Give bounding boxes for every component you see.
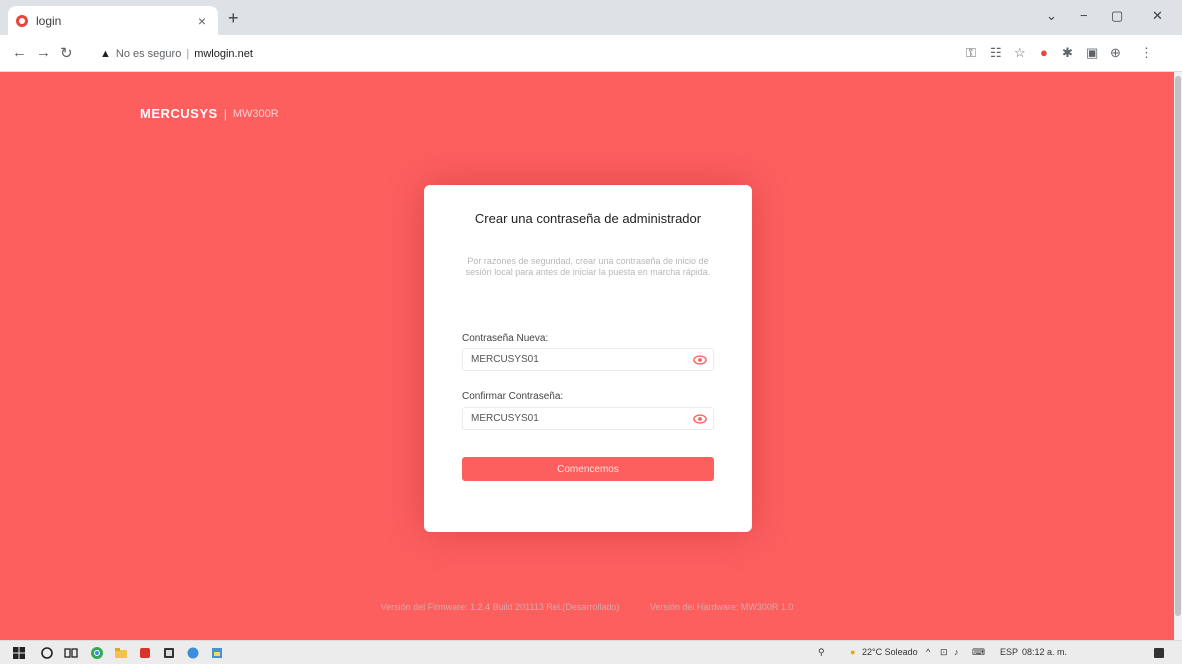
app-red-icon[interactable] [138, 646, 152, 660]
bookmark-star-icon[interactable]: ☆ [1014, 45, 1026, 61]
new-password-input[interactable] [463, 349, 693, 370]
show-password-eye-icon[interactable] [693, 353, 707, 367]
tab-close-icon[interactable]: × [194, 13, 210, 29]
language-indicator[interactable]: ESP [1000, 647, 1018, 657]
mercusys-logo: MERCUSYS [140, 106, 218, 121]
profile-icon[interactable]: ⊕ [1110, 45, 1121, 61]
hardware-version: Versión del Hardware: MW300R 1.0 [649, 602, 794, 612]
windows-start-icon[interactable] [12, 646, 26, 660]
brand-header: MERCUSYS | MW300R [140, 106, 279, 121]
back-arrow-icon[interactable]: ← [12, 44, 27, 61]
tab-search-icon[interactable]: ⌄ [1046, 8, 1057, 24]
browser-toolbar: ← → ↻ ▲ No es seguro | mwlogin.net ⚿ ☷ ☆… [0, 35, 1182, 72]
create-password-card: Crear una contraseña de administrador Po… [424, 185, 752, 532]
card-title: Crear una contraseña de administrador [474, 211, 702, 226]
security-status[interactable]: No es seguro [116, 48, 181, 60]
page-scrollbar[interactable] [1174, 72, 1182, 640]
show-confirm-password-eye-icon[interactable] [693, 412, 707, 426]
close-window-button[interactable]: ✕ [1152, 8, 1163, 24]
restore-button[interactable]: ▢ [1111, 8, 1123, 24]
adblock-extension-icon[interactable]: ● [1040, 45, 1048, 60]
app-photos-icon[interactable] [210, 646, 224, 660]
password-key-icon[interactable]: ⚿ [966, 45, 976, 61]
url-text[interactable]: mwlogin.net [194, 48, 253, 60]
tab-title: login [36, 13, 62, 28]
confirm-password-field [462, 407, 714, 430]
confirm-password-input[interactable] [463, 408, 693, 429]
side-panel-icon[interactable]: ▣ [1086, 45, 1098, 61]
card-description: Por razones de seguridad, crear una cont… [465, 256, 711, 277]
address-separator: | [186, 47, 190, 60]
chrome-icon[interactable] [90, 646, 104, 660]
file-explorer-icon[interactable] [114, 646, 128, 660]
browser-tab-login[interactable]: login × [8, 6, 218, 35]
brand-divider: | [223, 106, 227, 121]
reader-mode-icon[interactable]: ☷ [990, 45, 1002, 61]
app-dark-icon[interactable] [162, 646, 176, 660]
version-footer: Versión del Firmware: 1.2.4 Build 201113… [0, 602, 1174, 612]
network-icon[interactable]: ⊡ [940, 647, 948, 658]
mercusys-favicon-icon [16, 14, 28, 27]
router-model: MW300R [232, 107, 279, 120]
firmware-version: Versión del Firmware: 1.2.4 Build 201113… [380, 602, 620, 612]
browser-tab-strip: login × + ⌄ − ▢ ✕ [0, 0, 1182, 35]
new-tab-button[interactable]: + [228, 8, 239, 28]
notifications-icon[interactable] [1152, 646, 1166, 660]
app-blue-icon[interactable] [186, 646, 200, 660]
weather-sun-icon[interactable]: ● [850, 647, 855, 657]
minimize-button[interactable]: − [1080, 8, 1088, 23]
volume-icon[interactable]: ♪ [954, 647, 959, 657]
extensions-puzzle-icon[interactable]: ✱ [1062, 45, 1073, 61]
confirm-password-label: Confirmar Contraseña: [462, 391, 564, 402]
task-view-icon[interactable] [64, 646, 78, 660]
warning-triangle-icon[interactable]: ▲ [100, 48, 111, 60]
windows-taskbar: ⚲ ● 22°C Soleado ^ ⊡ ♪ ⌨ ESP 08:12 a. m. [0, 640, 1182, 664]
scrollbar-thumb[interactable] [1175, 76, 1181, 616]
router-login-page: MERCUSYS | MW300R Crear una contraseña d… [0, 72, 1174, 640]
reload-icon[interactable]: ↻ [60, 44, 73, 62]
weather-text[interactable]: 22°C Soleado [862, 647, 918, 657]
new-password-label: Contraseña Nueva: [462, 333, 549, 344]
start-button[interactable]: Comencemos [462, 457, 714, 481]
clock[interactable]: 08:12 a. m. [1022, 647, 1067, 657]
address-bar[interactable]: ▲ No es seguro | mwlogin.net [100, 41, 900, 66]
tray-chevron-up-icon[interactable]: ^ [926, 647, 930, 657]
search-icon[interactable] [40, 646, 54, 660]
new-password-field [462, 348, 714, 371]
menu-kebab-icon[interactable]: ⋮ [1140, 45, 1153, 61]
keyboard-icon[interactable]: ⌨ [972, 647, 985, 658]
forward-arrow-icon[interactable]: → [36, 44, 51, 61]
people-icon[interactable]: ⚲ [818, 647, 825, 658]
